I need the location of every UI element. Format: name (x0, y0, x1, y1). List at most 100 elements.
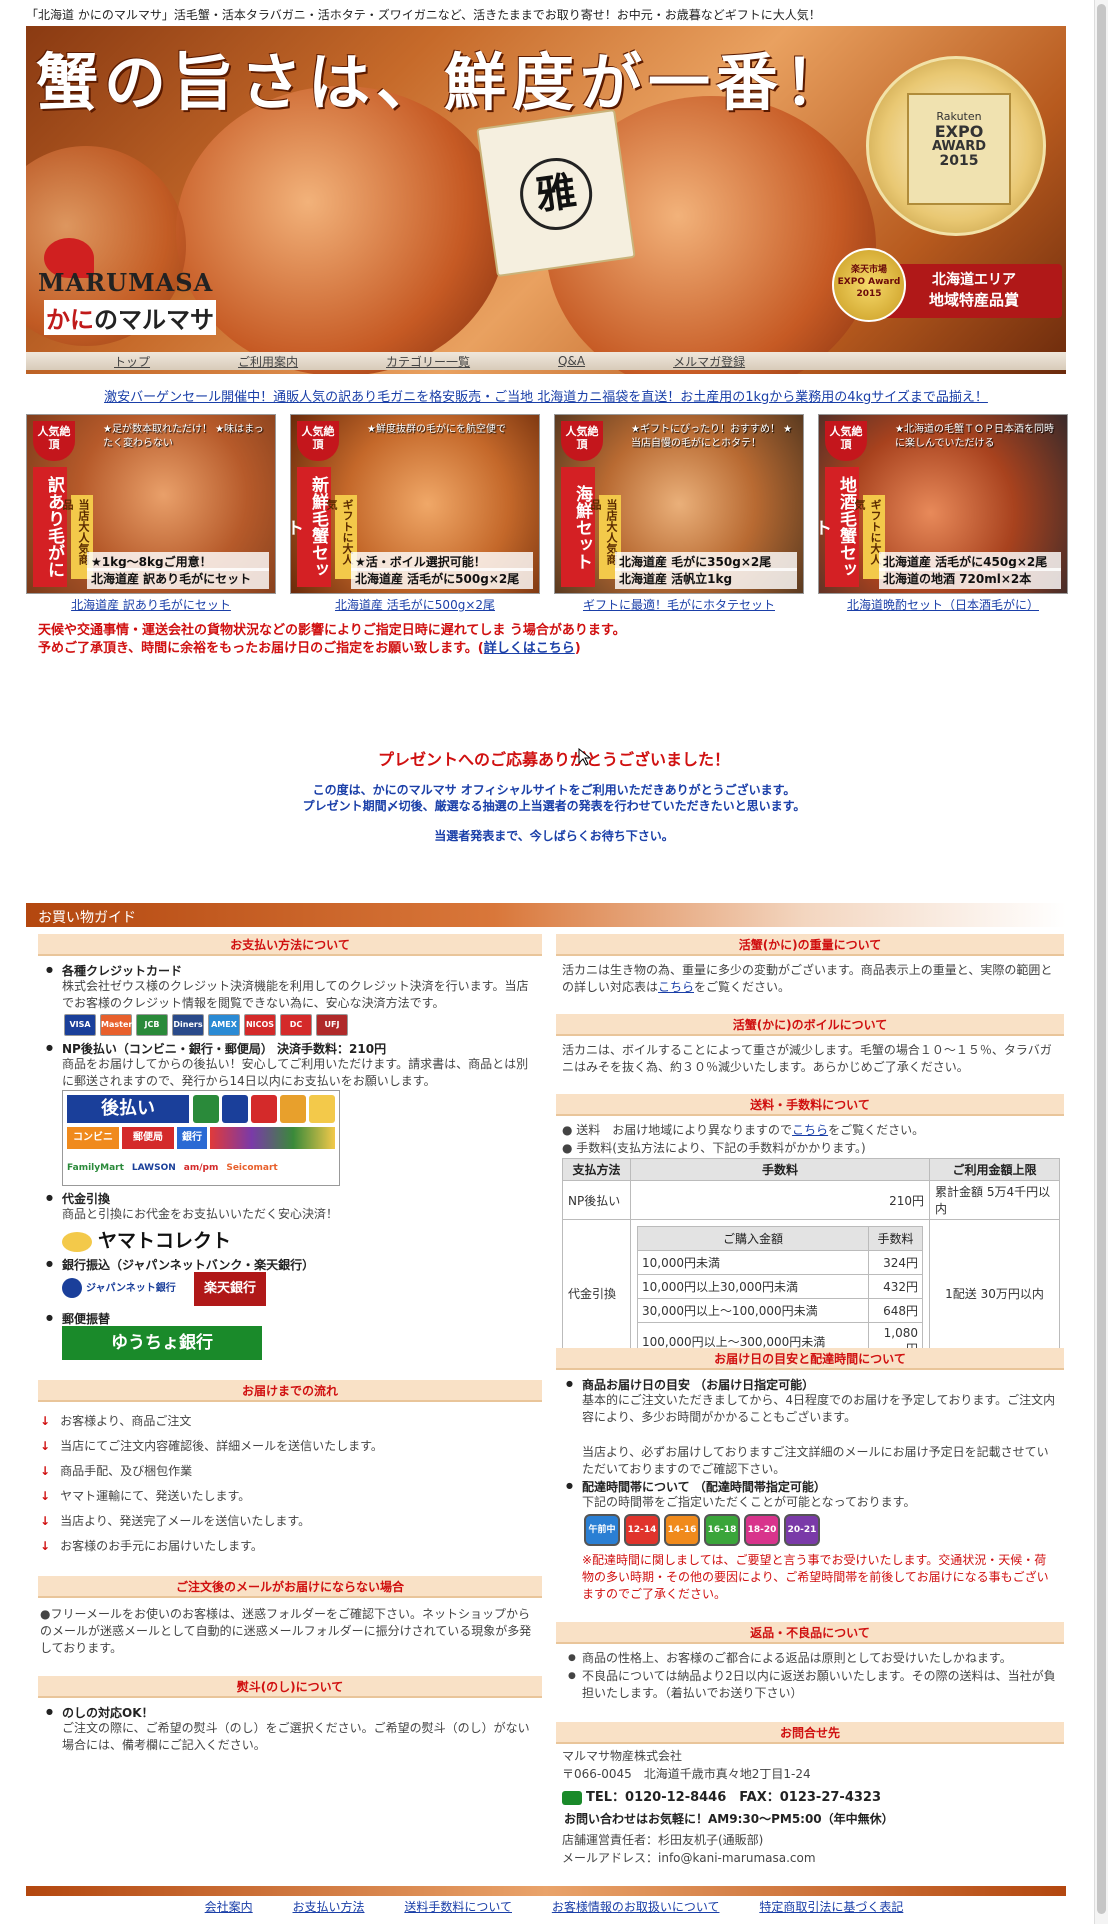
page-scrollbar[interactable] (1094, 0, 1108, 1924)
thanks-message: この度は、かにのマルマサ オフィシャルサイトをご利用いただきありがとうございます… (302, 783, 806, 843)
nav-categories[interactable]: カテゴリー一覧 (386, 353, 470, 370)
popular-ribbon: 人気絶頂 (297, 421, 339, 461)
logo-text-jp: かにのマルマサ (44, 300, 216, 335)
returns-item-1: ● 商品の性格上、お客様のご都合による返品は原則としてお受けいたしかねます。 (568, 1651, 1012, 1665)
visa-icon: VISA (64, 1014, 96, 1036)
delivery-item-1-text: 基本的にご注文いただきましてから、4日程度でのお届けを予定しております。ご注文内… (582, 1393, 1056, 1424)
product-caption: 北海道産 活帆立1kg (615, 568, 797, 589)
details-link[interactable]: 詳しくはこちら (484, 641, 575, 656)
store-logos: FamilyMart LAWSON am/pm Seicomart (67, 1163, 278, 1173)
product-link-4[interactable]: 北海道晩酌セット（日本酒毛がに） (818, 596, 1068, 613)
site-logo[interactable]: MARUMASA かにのマルマサ (34, 238, 234, 335)
product-link-1[interactable]: 北海道産 訳あり毛がにセット (26, 596, 276, 613)
footer-link-company[interactable]: 会社案内 (205, 1900, 253, 1914)
shopping-guide-header: お買い物ガイド (26, 903, 1066, 927)
product-vertical-label: 新鮮毛蟹セット (291, 467, 331, 587)
site-tagline: 「北海道 かにのマルマサ」活毛蟹・活本タラバガニ・活ホタテ・ズワイガニなど、活き… (26, 8, 821, 22)
yucho-bank-logo: ゆうちょ銀行 (62, 1326, 262, 1360)
bank-title: 銀行振込（ジャパンネットバンク・楽天銀行） (46, 1256, 314, 1273)
contact-manager: 店舗運営責任者：杉田友机子(通販部) (562, 1833, 764, 1847)
popular-ribbon: 人気絶頂 (33, 421, 75, 461)
award-trophy: Rakuten EXPO AWARD 2015 (866, 56, 1046, 236)
product-link-3[interactable]: ギフトに最適！毛がにホタテセット (554, 596, 804, 613)
delivery-item-2-title: 配達時間帯について （配達時間帯指定可能） (566, 1478, 826, 1495)
dc-icon: DC (280, 1014, 312, 1036)
product-caption: 北海道産 活毛がに500g×2尾 (351, 568, 533, 589)
product-banner-3[interactable]: 人気絶頂 海鮮セット 当店大人気商品 ★ギフトにぴったり！おすすめ！ ★当店自慢… (554, 414, 804, 594)
weight-table-link[interactable]: こちら (658, 980, 694, 994)
product-note: ★ギフトにぴったり！おすすめ！ ★当店自慢の毛がにとホタテ！ (631, 424, 793, 449)
footer-link-shipping[interactable]: 送料手数料について (404, 1900, 512, 1914)
main-nav: トップ ご利用案内 カテゴリー一覧 Q&A メルマガ登録 (26, 352, 1066, 370)
mastercard-icon: Master (100, 1014, 132, 1036)
flow-step: ↓ お客様より、商品ご注文 (40, 1414, 192, 1428)
popular-ribbon: 人気絶頂 (825, 421, 867, 461)
scrollbar-thumb[interactable] (1097, 4, 1106, 1914)
fee-header: ご利用金額上限 (929, 1158, 1060, 1181)
np-logo-panel: 後払い コンビニ 郵便局 銀行 FamilyMart LAWSON am/pm … (62, 1090, 340, 1186)
fee-inner-header: ご購入金額 (637, 1226, 869, 1251)
product-vertical-label: 訳あり毛がに (33, 467, 67, 587)
footer-link-privacy[interactable]: お客様情報のお取扱いについて (552, 1900, 720, 1914)
footer-link-payment[interactable]: お支払い方法 (293, 1900, 365, 1914)
product-vertical-label: 海鮮セット (561, 467, 595, 587)
product-note: ★鮮度抜群の毛がにを航空便で (367, 424, 506, 435)
flow-section-title: お届けまでの流れ (38, 1380, 542, 1402)
nav-guide[interactable]: ご利用案内 (238, 353, 298, 370)
product-banner-4[interactable]: 人気絶頂 地酒毛蟹セット ギフトに大人気 ★北海道の毛蟹ＴＯＰ日本酒を同時に楽し… (818, 414, 1068, 594)
fee-inner-cell: 324円 (868, 1250, 923, 1275)
fee-cell: 代金引換 (562, 1219, 631, 1368)
delivery-item-1-title: 商品お届け日の目安 （お届け日指定可能） (566, 1376, 814, 1393)
time-slot-12-14-icon: 12-14 (624, 1514, 660, 1546)
yamato-logo: ヤマトコレクト (62, 1226, 231, 1253)
fee-header: 手数料 (630, 1158, 930, 1181)
rakuten-bank-logo: 楽天銀行 (194, 1272, 266, 1306)
award-ribbon: 北海道エリア 地域特産品賞 (886, 264, 1062, 318)
product-vertical-label: 地酒毛蟹セット (819, 467, 859, 587)
footer-link-tokushoho[interactable]: 特定商取引法に基づく表記 (759, 1900, 903, 1914)
product-banner-1[interactable]: 人気絶頂 訳あり毛がに 当店大人気商品 ★足が数本取れただけ！ ★味はまったく変… (26, 414, 276, 594)
fee-table: 支払方法 手数料 ご利用金額上限 NP後払い 210円 累計金額 5万4千円以内… (562, 1158, 1060, 1368)
payment-place-icons: コンビニ 郵便局 銀行 (67, 1127, 335, 1149)
nav-top[interactable]: トップ (114, 353, 150, 370)
product-note: ★北海道の毛蟹ＴＯＰ日本酒を同時に楽しんでいただける (895, 424, 1054, 449)
nav-newsletter[interactable]: メルマガ登録 (673, 353, 745, 370)
contact-company: マルマサ物産株式会社 (562, 1749, 683, 1763)
product-link-2[interactable]: 北海道産 活毛がに500g×2尾 (290, 596, 540, 613)
cod-fee-table: ご購入金額 手数料 10,000円未満 324円 10,000円以上30,000円未… (637, 1226, 923, 1361)
nav-qa[interactable]: Q&A (558, 354, 585, 368)
boil-section-title: 活蟹(かに)のボイルについて (556, 1014, 1064, 1036)
contact-phone: TEL：0120-12-8446 FAX：0123-27-4323 (562, 1786, 881, 1805)
japannet-bank-logo: ジャパンネット銀行 (62, 1274, 176, 1304)
shipping-fee-link[interactable]: こちら (792, 1123, 828, 1137)
fee-cell: 210円 (630, 1180, 930, 1220)
fee-inner-cell: 10,000円以上30,000円未満 (637, 1274, 869, 1299)
contact-section-title: お問合せ先 (556, 1722, 1064, 1744)
noshi-section-title: 熨斗(のし)について (38, 1676, 542, 1698)
cod-title: 代金引換 (46, 1190, 110, 1207)
crab-image (176, 86, 506, 374)
tag-kanji: 雅 (515, 153, 597, 235)
time-slot-morning-icon: 午前中 (584, 1514, 620, 1546)
cod-fee-cell: ご購入金額 手数料 10,000円未満 324円 10,000円以上30,000円未… (630, 1219, 930, 1368)
award-badge: 楽天市場 EXPO Award 2015 (832, 248, 906, 322)
footer-divider (26, 1886, 1066, 1896)
noshi-item-title: のしの対応OK！ (46, 1704, 153, 1721)
time-slot-14-16-icon: 14-16 (664, 1514, 700, 1546)
product-caption: 北海道産 訳あり毛がにセット (87, 568, 269, 589)
flow-step: ↓ お客様のお手元にお届けいたします。 (40, 1539, 263, 1553)
cod-text: 商品と引換にお代金をお支払いいただく安心決済！ (62, 1207, 339, 1221)
mail-section-title: ご注文後のメールがお届けにならない場合 (38, 1576, 542, 1598)
fee-section-title: 送料・手数料について (556, 1094, 1064, 1116)
contact-hours: お問い合わせはお気軽に！AM9:30〜PM5:00（年中無休） (564, 1812, 894, 1826)
card-logos: VISA Master JCB Diners AMEX NICOS DC UFJ (64, 1014, 348, 1036)
bargain-link[interactable]: 激安バーゲンセール開催中！通販人気の訳あり毛ガニを格安販売・ご当地 北海道カニ福… (26, 386, 1066, 405)
delivery-item-1-text-2: 当店より、必ずお届けしておりますご注文詳細のメールにお届け予定日を記載させていた… (582, 1445, 1049, 1476)
np-logo: 後払い (67, 1095, 189, 1123)
returns-item-2: ● 不良品については納品より2日以内に返送お願いいたします。その際の送料は、当社が… (568, 1669, 1056, 1700)
time-slot-20-21-icon: 20-21 (784, 1514, 820, 1546)
product-banner-2[interactable]: 人気絶頂 新鮮毛蟹セット ギフトに大人気 ★鮮度抜群の毛がにを航空便で ★活・ボ… (290, 414, 540, 594)
jcb-icon: JCB (136, 1014, 168, 1036)
popular-ribbon: 人気絶頂 (561, 421, 603, 461)
hero-banner: 蟹の旨さは、鮮度が一番！ 雅 Rakuten EXPO AWARD 2015 北… (26, 26, 1066, 374)
